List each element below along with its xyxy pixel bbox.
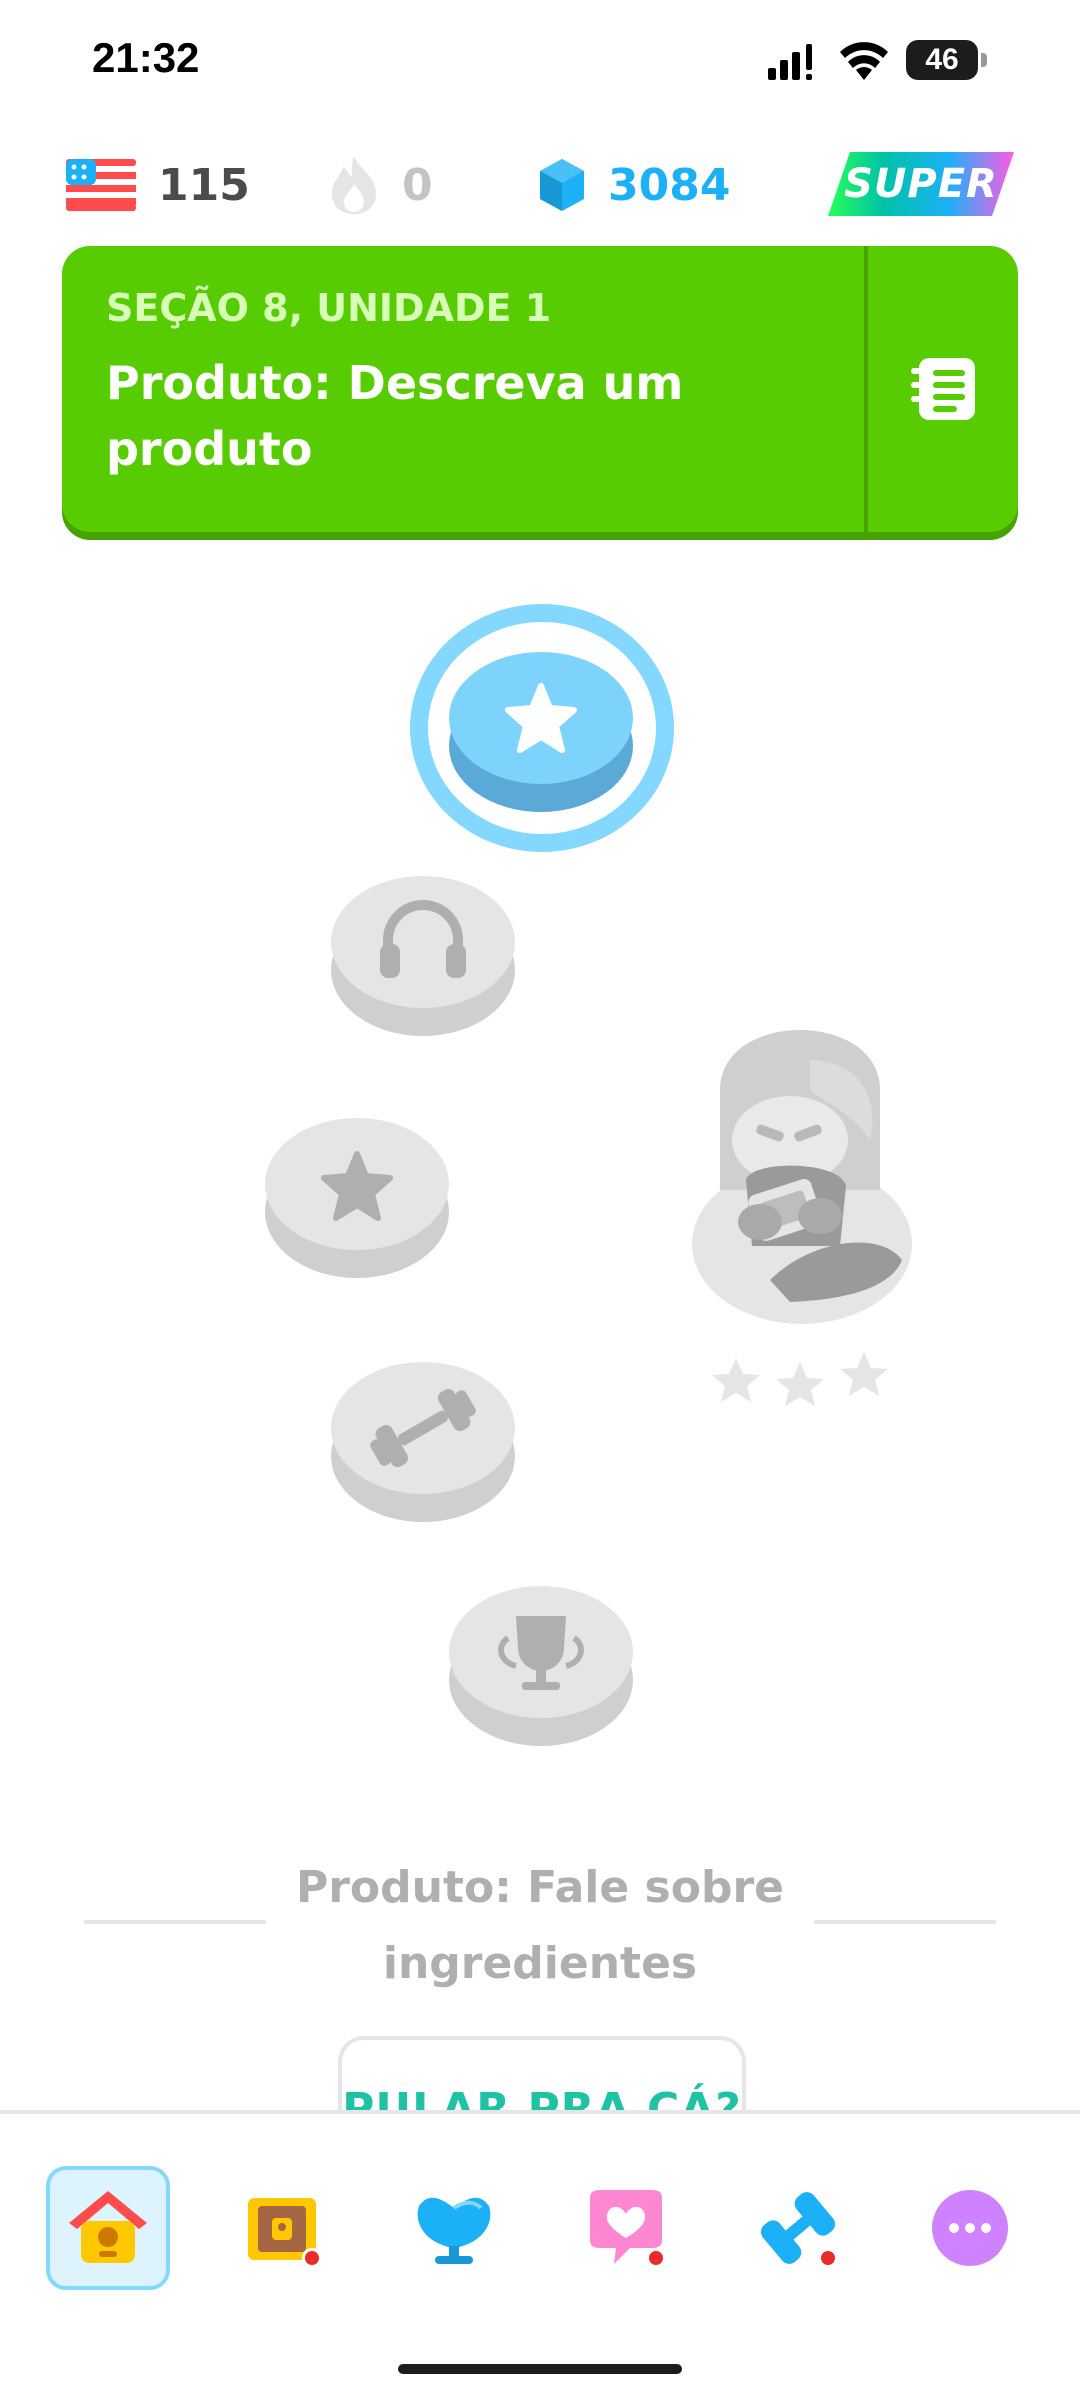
unit-review-node[interactable] <box>448 1576 634 1752</box>
section-unit-label: SEÇÃO 8, UNIDADE 1 <box>106 286 552 330</box>
quests-notification-dot <box>302 2248 322 2268</box>
guidebook-button[interactable] <box>868 246 1018 532</box>
more-icon <box>932 2190 1008 2266</box>
stats-row: 115 0 3084 SUPER <box>0 140 1080 240</box>
nav-home[interactable] <box>46 2166 170 2290</box>
nav-more[interactable] <box>908 2166 1032 2290</box>
cellular-signal-icon <box>768 44 812 80</box>
streak-count: 0 <box>402 159 433 211</box>
practice-notification-dot <box>818 2248 838 2268</box>
gems-count: 3084 <box>608 159 731 211</box>
unit-banner[interactable]: SEÇÃO 8, UNIDADE 1 Produto: Descreva um … <box>62 246 1018 532</box>
status-time: 21:32 <box>92 34 200 81</box>
nav-practice[interactable] <box>736 2166 860 2290</box>
divider-line-right <box>814 1920 996 1924</box>
battery-icon: 46 <box>906 40 988 80</box>
gem-icon <box>540 159 584 211</box>
star-rating <box>712 1352 888 1406</box>
unit-title: Produto: Descreva um produto <box>106 356 684 476</box>
bottom-nav <box>0 2110 1080 2400</box>
friends-notification-dot <box>646 2248 666 2268</box>
lesson-node-locked-star[interactable] <box>264 1108 450 1284</box>
super-label: SUPER <box>844 161 998 207</box>
divider-line-left <box>84 1920 266 1924</box>
next-unit-title: Produto: Fale sobre ingredientes <box>295 1862 785 1989</box>
language-selector[interactable]: 115 <box>66 150 250 220</box>
super-button[interactable]: SUPER <box>828 152 1014 216</box>
shield-icon <box>417 2197 491 2264</box>
home-icon <box>69 2191 147 2263</box>
nav-quests[interactable] <box>220 2166 344 2290</box>
nav-leaderboard[interactable] <box>392 2166 516 2290</box>
home-indicator <box>398 2364 682 2374</box>
nav-friends[interactable] <box>564 2166 688 2290</box>
battery-level: 46 <box>925 43 959 76</box>
lesson-node-listening[interactable] <box>330 866 516 1042</box>
lesson-node-active[interactable] <box>446 638 636 818</box>
us-flag-icon <box>66 159 136 211</box>
gems-counter[interactable]: 3084 <box>538 150 730 220</box>
crowns-count: 115 <box>158 159 250 211</box>
status-bar: 21:32 46 <box>0 0 1080 120</box>
wifi-icon <box>840 42 888 80</box>
character-illustration <box>692 1030 912 1406</box>
streak-counter[interactable]: 0 <box>328 150 433 220</box>
lesson-node-practice[interactable] <box>330 1352 516 1528</box>
guidebook-icon <box>911 358 975 420</box>
flame-icon <box>332 156 376 214</box>
